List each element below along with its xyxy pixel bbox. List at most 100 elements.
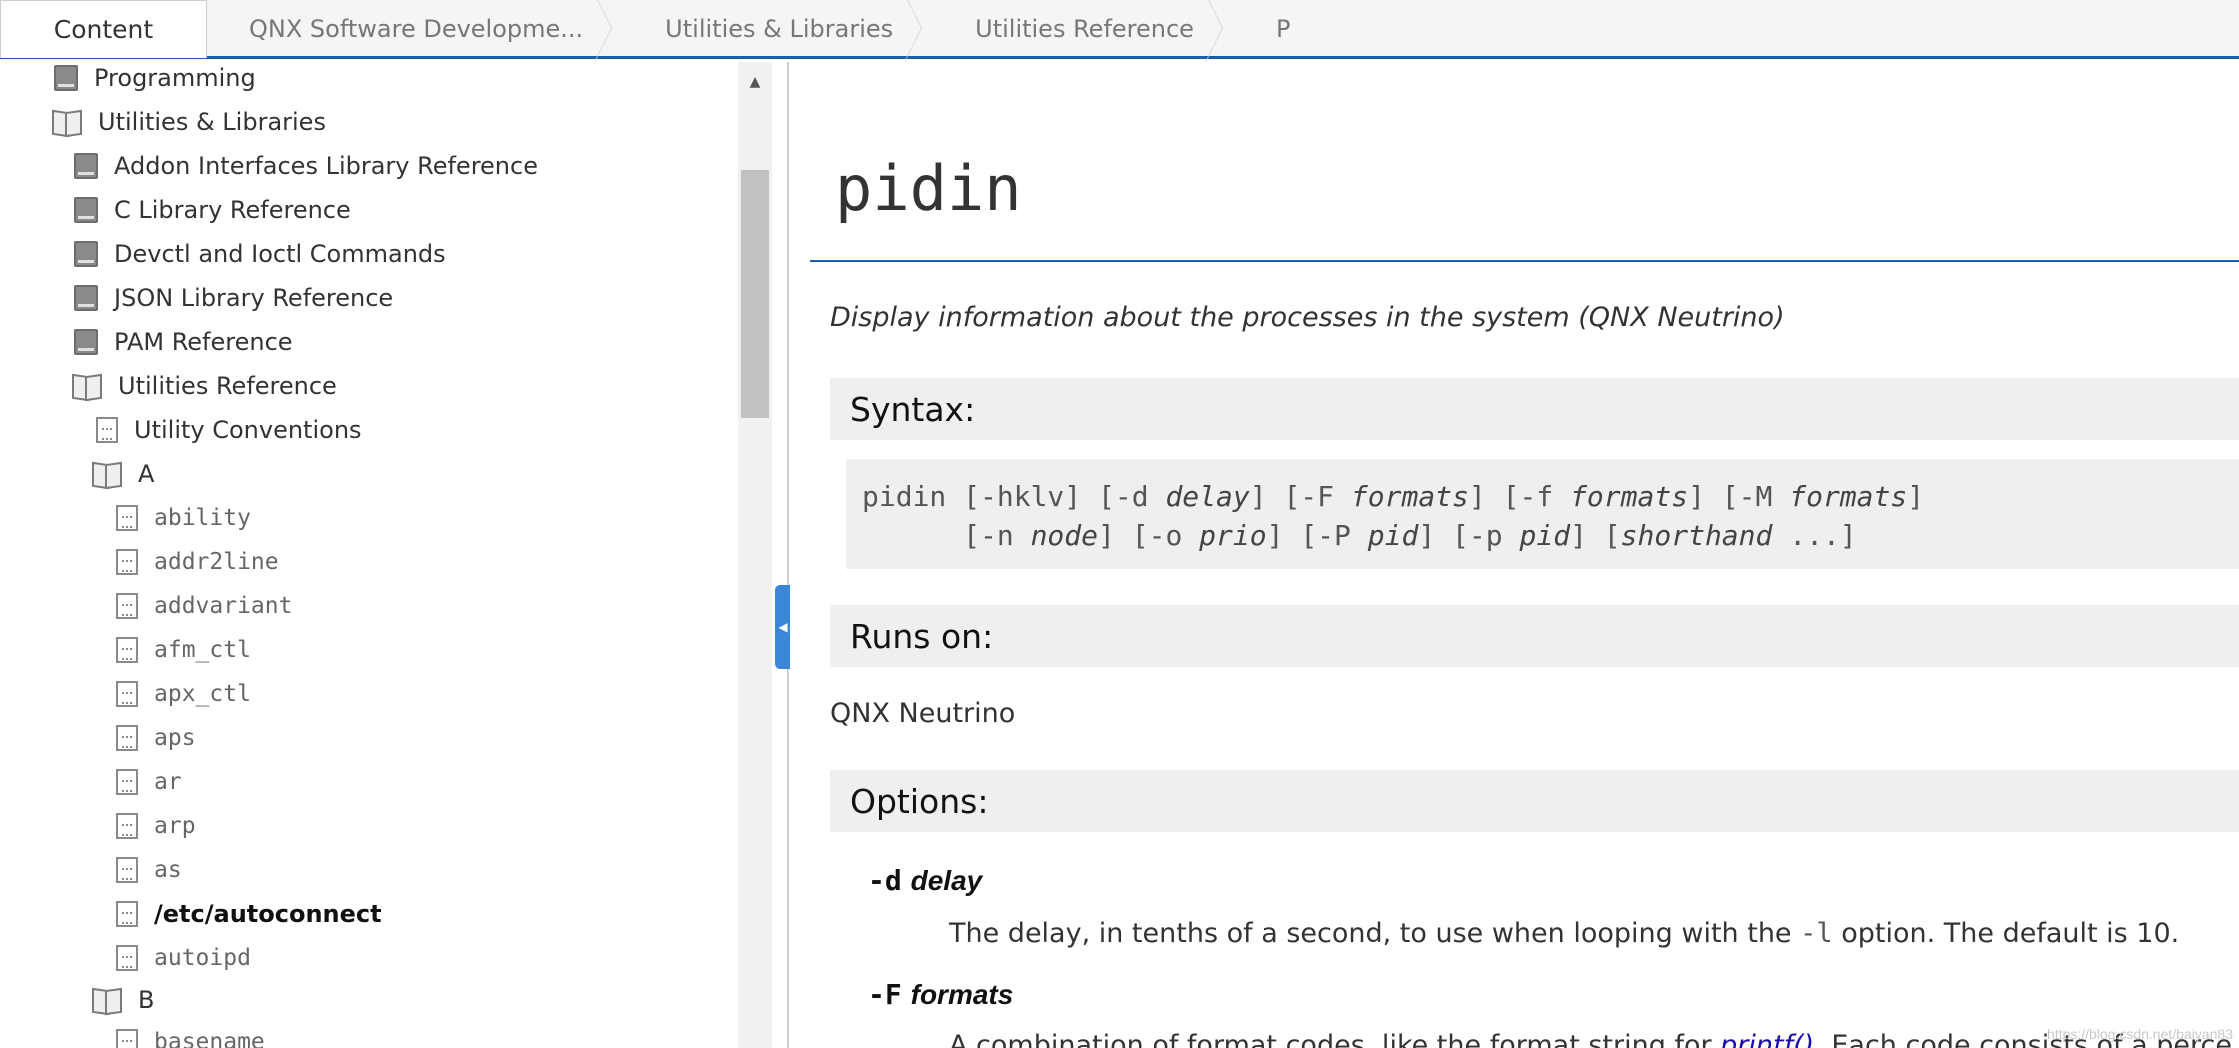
breadcrumb: QNX Software Developme... Utilities & Li… bbox=[207, 0, 1300, 62]
toc-item-label: /etc/autoconnect bbox=[154, 900, 382, 928]
option-d-description: The delay, in tenths of a second, to use… bbox=[949, 918, 2179, 949]
toc-item-utility-conventions[interactable]: Utility Conventions bbox=[96, 414, 362, 446]
toc-item-label: B bbox=[138, 986, 155, 1014]
breadcrumb-label: Utilities Reference bbox=[975, 15, 1194, 43]
page-icon bbox=[116, 549, 138, 575]
toc-item-label: addvariant bbox=[154, 593, 293, 619]
option-flag: -F bbox=[868, 978, 902, 1011]
toc-item-etc-autoconnect[interactable]: /etc/autoconnect bbox=[116, 898, 382, 930]
breadcrumb-separator bbox=[1188, 0, 1223, 62]
syntax-text: ] bbox=[1907, 480, 1925, 513]
toc-item-ability[interactable]: ability bbox=[116, 502, 251, 534]
toc-item-addon-interfaces[interactable]: Addon Interfaces Library Reference bbox=[74, 150, 538, 182]
toc-item-label: Utilities & Libraries bbox=[98, 108, 326, 136]
toc-item-pam-reference[interactable]: PAM Reference bbox=[74, 326, 293, 358]
syntax-text: pidin [-hklv] [-d bbox=[862, 480, 1166, 513]
page-icon bbox=[116, 1029, 138, 1048]
toc-item-afm-ctl[interactable]: afm_ctl bbox=[116, 634, 251, 666]
syntax-text: ] [-o bbox=[1098, 519, 1200, 552]
syntax-arg: formats bbox=[1789, 480, 1908, 513]
breadcrumb-item-utilities-libraries[interactable]: Utilities & Libraries bbox=[623, 0, 933, 62]
option-code: -l bbox=[1800, 918, 1833, 949]
title-divider bbox=[810, 260, 2239, 262]
option-flag: -d bbox=[868, 864, 902, 897]
scroll-up-arrow-icon[interactable]: ▲ bbox=[738, 72, 772, 92]
breadcrumb-label: P bbox=[1275, 15, 1291, 43]
syntax-text: ] [-M bbox=[1688, 480, 1790, 513]
syntax-text: ] [-F bbox=[1249, 480, 1351, 513]
option-arg: delay bbox=[910, 865, 983, 896]
runs-on-text: QNX Neutrino bbox=[830, 698, 1016, 729]
toc-item-devctl-ioctl[interactable]: Devctl and Ioctl Commands bbox=[74, 238, 446, 270]
sidebar-scrollbar[interactable]: ▲ bbox=[738, 62, 772, 1048]
toc-item-label: aps bbox=[154, 725, 196, 751]
toc-item-utilities-reference[interactable]: Utilities Reference bbox=[72, 370, 337, 402]
toc-item-label: C Library Reference bbox=[114, 196, 351, 224]
toc-item-as[interactable]: as bbox=[116, 854, 182, 886]
pane-divider[interactable] bbox=[787, 62, 789, 1048]
syntax-arg: node bbox=[1030, 519, 1099, 552]
toc-item-label: A bbox=[138, 460, 155, 488]
scrollbar-thumb[interactable] bbox=[741, 170, 769, 418]
toc-item-json-library[interactable]: JSON Library Reference bbox=[74, 282, 393, 314]
toc-item-aps[interactable]: aps bbox=[116, 722, 196, 754]
option-f-description: A combination of format codes, like the … bbox=[949, 1030, 2232, 1048]
toc-item-programming[interactable]: Programming bbox=[54, 62, 256, 94]
breadcrumb-item-utilities-reference[interactable]: Utilities Reference bbox=[933, 0, 1234, 62]
toc-item-c-library[interactable]: C Library Reference bbox=[74, 194, 351, 226]
toc-item-label: Utilities Reference bbox=[118, 372, 337, 400]
syntax-arg: pid bbox=[1367, 519, 1419, 552]
toc-item-label: ability bbox=[154, 505, 251, 531]
options-heading: Options: bbox=[830, 770, 2239, 832]
toc-item-label: Addon Interfaces Library Reference bbox=[114, 152, 538, 180]
syntax-arg: delay bbox=[1165, 480, 1250, 513]
toc-item-apx-ctl[interactable]: apx_ctl bbox=[116, 678, 251, 710]
open-book-icon bbox=[72, 373, 102, 399]
toc-item-label: PAM Reference bbox=[114, 328, 293, 356]
toc-item-a[interactable]: A bbox=[92, 458, 154, 490]
breadcrumb-item-qnx-sdp[interactable]: QNX Software Developme... bbox=[207, 0, 623, 62]
closed-book-icon bbox=[54, 65, 78, 91]
tab-content[interactable]: Content bbox=[0, 0, 207, 58]
toc-item-addvariant[interactable]: addvariant bbox=[116, 590, 292, 622]
syntax-heading: Syntax: bbox=[830, 378, 2239, 440]
watermark: https://blog.csdn.net/baiyan83 bbox=[2046, 1026, 2233, 1042]
page-title: pidin bbox=[835, 152, 1022, 225]
toc-item-utilities-libraries[interactable]: Utilities & Libraries bbox=[52, 106, 326, 138]
toc-item-addr2line[interactable]: addr2line bbox=[116, 546, 279, 578]
breadcrumb-item-p[interactable]: P bbox=[1234, 0, 1300, 58]
page-icon bbox=[116, 505, 138, 531]
breadcrumb-label: QNX Software Developme... bbox=[249, 15, 584, 43]
toc-item-ar[interactable]: ar bbox=[116, 766, 182, 798]
printf-link[interactable]: printf() bbox=[1720, 1030, 1814, 1048]
closed-book-icon bbox=[74, 153, 98, 179]
option-d-term: -d delay bbox=[868, 864, 982, 897]
page-icon bbox=[116, 593, 138, 619]
syntax-text: ...] bbox=[1772, 519, 1857, 552]
page-icon bbox=[116, 857, 138, 883]
syntax-arg: shorthand bbox=[1620, 519, 1773, 552]
option-desc-text: option. The default is 10. bbox=[1832, 918, 2180, 949]
toc-item-label: afm_ctl bbox=[154, 637, 251, 663]
toc-item-b[interactable]: B bbox=[92, 984, 154, 1016]
toc-sidebar: Programming Utilities & Libraries Addon … bbox=[0, 62, 740, 1048]
syntax-text: ] [-f bbox=[1468, 480, 1571, 513]
syntax-arg: formats bbox=[1570, 480, 1689, 513]
syntax-arg: formats bbox=[1350, 480, 1469, 513]
toc-item-autoipd[interactable]: autoipd bbox=[116, 942, 251, 974]
chevron-left-icon: ◀ bbox=[778, 620, 788, 634]
closed-book-icon bbox=[74, 285, 98, 311]
option-f-term: -F formats bbox=[868, 978, 1013, 1011]
syntax-text: ] [ bbox=[1570, 519, 1621, 552]
page-icon bbox=[116, 813, 138, 839]
toc-item-label: ar bbox=[154, 769, 182, 795]
topic-content: pidin Display information about the proc… bbox=[790, 62, 2239, 1048]
runs-on-heading: Runs on: bbox=[830, 605, 2239, 667]
closed-book-icon bbox=[74, 329, 98, 355]
page-icon bbox=[116, 681, 138, 707]
collapse-sidebar-handle[interactable]: ◀ bbox=[775, 585, 791, 669]
toc-item-arp[interactable]: arp bbox=[116, 810, 196, 842]
closed-book-icon bbox=[74, 241, 98, 267]
toc-item-basename[interactable]: basename bbox=[116, 1026, 265, 1048]
toc-item-label: apx_ctl bbox=[154, 681, 251, 707]
